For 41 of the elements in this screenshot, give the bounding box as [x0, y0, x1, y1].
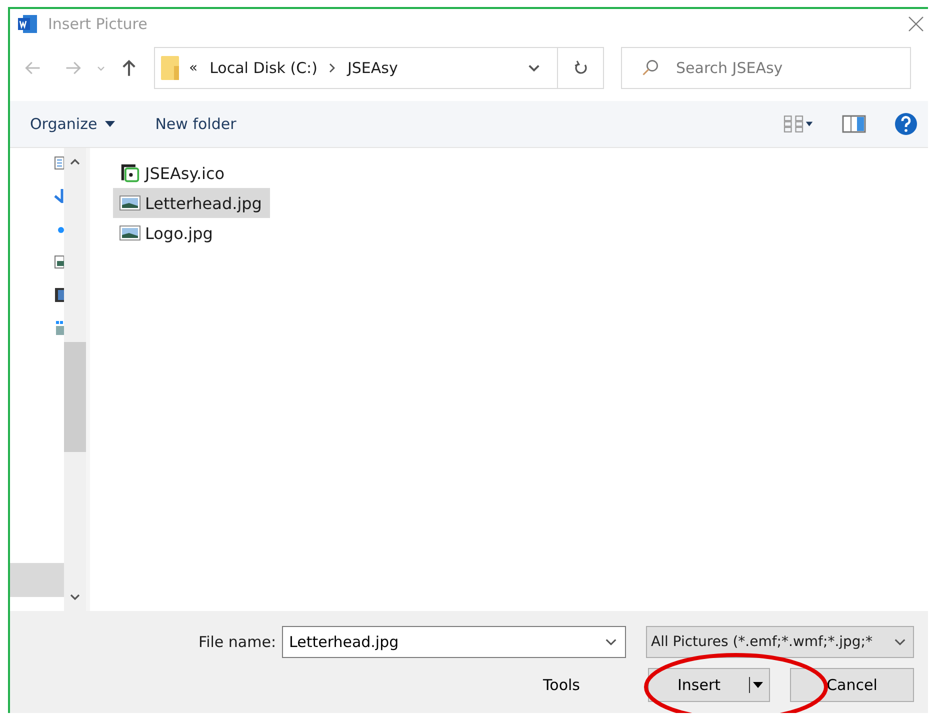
close-icon[interactable]	[908, 16, 924, 32]
window-title: Insert Picture	[48, 15, 148, 33]
new-folder-button[interactable]: New folder	[149, 111, 242, 137]
folder-icon	[161, 56, 179, 80]
chevron-down-icon	[604, 637, 618, 647]
tools-button[interactable]: Tools	[533, 672, 590, 698]
gallery-icon	[54, 321, 64, 335]
image-file-icon	[119, 193, 141, 213]
refresh-button[interactable]	[558, 47, 604, 89]
file-item[interactable]: JSEAsy.ico	[113, 158, 233, 188]
chevron-down-icon	[893, 637, 907, 647]
file-item[interactable]: Letterhead.jpg	[113, 188, 270, 218]
caret-icon	[105, 121, 116, 127]
refresh-icon	[572, 60, 588, 76]
file-type-dropdown[interactable]: All Pictures (*.emf;*.wmf;*.jpg;*	[646, 626, 914, 658]
word-app-icon	[18, 14, 38, 34]
search-icon	[641, 59, 659, 77]
insert-button[interactable]: Insert	[649, 676, 749, 694]
file-name-label: File name:	[198, 633, 276, 651]
cancel-button[interactable]: Cancel	[790, 668, 914, 702]
overflow-chevrons[interactable]: «	[189, 60, 198, 76]
app-icon-file-icon	[119, 163, 141, 183]
preview-pane-icon[interactable]	[842, 115, 866, 133]
breadcrumb[interactable]: Local Disk (C:)	[210, 59, 318, 77]
insert-split-button[interactable]: Insert	[648, 668, 770, 702]
organize-button[interactable]: Organize	[24, 111, 122, 137]
scroll-down-icon[interactable]	[69, 593, 81, 601]
film-icon	[54, 288, 64, 302]
file-item[interactable]: Logo.jpg	[113, 218, 221, 248]
breadcrumb-separator-icon	[329, 63, 336, 73]
scrollbar-thumb[interactable]	[64, 342, 86, 452]
address-bar[interactable]: « Local Disk (C:) JSEAsy	[154, 47, 558, 89]
dropdown-caret-icon[interactable]	[749, 676, 763, 694]
up-arrow-icon[interactable]	[120, 59, 138, 77]
image-file-icon	[119, 223, 141, 243]
selected-nav-item-background	[10, 563, 64, 597]
search-field[interactable]: Search JSEAsy	[621, 47, 911, 89]
scroll-up-icon[interactable]	[69, 158, 81, 166]
file-name-field[interactable]: Letterhead.jpg	[282, 626, 626, 658]
breadcrumb[interactable]: JSEAsy	[347, 59, 398, 77]
help-icon[interactable]	[894, 112, 918, 136]
